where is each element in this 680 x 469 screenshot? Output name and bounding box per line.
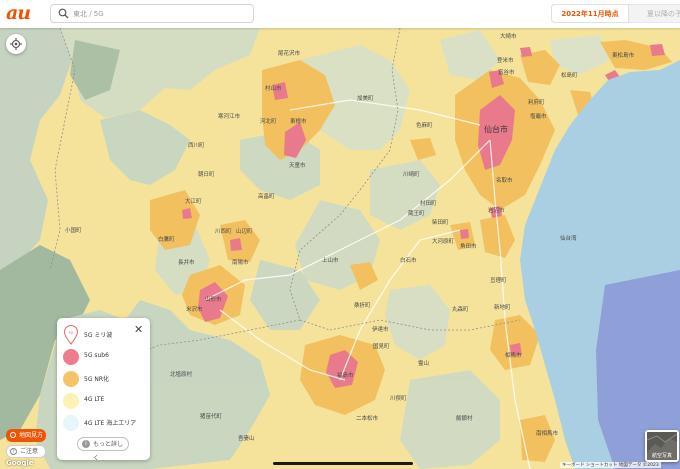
- label-shinchi: 新地町: [494, 303, 511, 311]
- label-kawasaki: 川崎町: [403, 170, 420, 178]
- tab-current[interactable]: 2022年11月時点: [551, 4, 629, 23]
- legend-panel: ✕ 5G 5G ミリ波 5G sub6 5G NR化 4G LTE 4G LTE…: [57, 318, 150, 462]
- label-takahata: 高畠町: [258, 192, 275, 200]
- label-oe: 大江町: [185, 197, 202, 205]
- label-kami: 加美町: [357, 94, 374, 102]
- home-indicator: [273, 462, 413, 465]
- label-matsushima: 松島町: [561, 71, 578, 79]
- top-bar: au 2022年11月時点 夏以降の予: [0, 0, 680, 28]
- legend-swatch-sub6: [63, 349, 79, 365]
- label-minamisoma: 南相馬市: [536, 429, 559, 437]
- label-azuma: 吾妻山: [238, 434, 255, 442]
- label-sea-name: 仙台湾: [560, 234, 577, 242]
- map-guide-button[interactable]: 地図見方: [6, 429, 46, 442]
- label-obanazawa: 尾花沢市: [278, 49, 301, 57]
- aerial-view-toggle[interactable]: 航空写真: [645, 430, 679, 462]
- legend-close-button[interactable]: ✕: [134, 324, 143, 335]
- label-kaminoyama: 上山市: [322, 256, 339, 264]
- label-sagae: 寒河江市: [218, 112, 241, 120]
- label-shikama: 色麻町: [416, 121, 433, 129]
- au-logo[interactable]: au: [6, 2, 31, 24]
- legend-swatch-lte: [63, 393, 79, 409]
- label-nihonmatsu: 二本松市: [356, 414, 379, 422]
- label-kawanishi: 川西町: [215, 228, 232, 235]
- legend-label-nr: 5G NR化: [84, 376, 110, 383]
- label-murayama: 村山市: [265, 84, 282, 92]
- label-tendo: 天童市: [289, 161, 306, 169]
- legend-swatch-lte-sea: [63, 415, 79, 431]
- label-iitate: 飯舘村: [456, 414, 473, 422]
- label-nishikawa: 西川町: [188, 142, 205, 149]
- question-icon: ?: [10, 448, 17, 455]
- map-guide-label: 地図見方: [19, 432, 44, 439]
- label-natori: 名取市: [496, 176, 513, 184]
- label-marumori: 丸森町: [452, 305, 469, 313]
- pin-icon: 5G: [63, 325, 79, 345]
- google-logo: Google: [6, 459, 34, 467]
- label-watari: 亘理町: [490, 277, 507, 284]
- label-sendai: 仙台市: [484, 124, 508, 134]
- label-nagai: 長井市: [178, 258, 195, 266]
- search-box[interactable]: [50, 4, 254, 23]
- legend-label-sub6: 5G sub6: [84, 352, 109, 359]
- label-inawashiro: 猪苗代町: [200, 412, 223, 420]
- label-shirataka: 白鷹町: [158, 235, 175, 243]
- label-kawamata: 川俣町: [390, 394, 407, 402]
- label-date: 伊達市: [372, 325, 389, 333]
- label-kitashiobara: 北塩原村: [170, 370, 193, 378]
- tab-future[interactable]: 夏以降の予: [629, 4, 680, 23]
- label-kahoku: 河北町: [260, 117, 277, 125]
- map-attribution: キーボード ショートカット 地図データ ©2023: [560, 462, 661, 468]
- aerial-label: 航空写真: [652, 452, 672, 459]
- label-koori: 桑折町: [354, 301, 371, 309]
- label-rifu: 利府町: [528, 98, 545, 106]
- search-icon: [58, 8, 69, 19]
- circle-icon: [10, 432, 16, 438]
- label-yamagata: 山形市: [205, 295, 222, 303]
- label-nanyo: 南陽市: [232, 258, 249, 266]
- label-asahi: 朝日町: [198, 171, 215, 178]
- label-higashimatsushima: 東松島市: [612, 51, 635, 59]
- label-shiroishi: 白石市: [400, 256, 417, 264]
- label-yamanobe: 山辺町: [236, 227, 253, 235]
- label-oguni: 小国町: [65, 226, 82, 234]
- legend-label-mmwave: 5G ミリ波: [84, 332, 113, 339]
- label-ryozen: 霊山: [418, 359, 429, 367]
- locate-button[interactable]: [6, 34, 26, 54]
- aerial-thumbnail-icon: 航空写真: [647, 432, 677, 460]
- label-shibata: 柴田町: [432, 218, 449, 226]
- label-shiogama: 塩竈市: [530, 112, 547, 120]
- label-tomiya: 富谷市: [498, 68, 515, 76]
- crosshair-icon: [10, 38, 22, 50]
- notice-label: ご注意: [20, 448, 39, 455]
- label-tome: 登米市: [497, 56, 514, 64]
- more-details-label: もっと詳しく: [93, 441, 124, 462]
- label-soma: 相馬市: [505, 351, 522, 359]
- label-murata: 村田町: [420, 199, 437, 207]
- more-details-button[interactable]: i もっと詳しく: [77, 437, 129, 462]
- label-zao: 蔵王町: [408, 209, 425, 217]
- label-fukushima: 福島市: [337, 371, 354, 379]
- legend-label-lte: 4G LTE: [84, 396, 105, 403]
- label-iwanuma: 岩沼市: [488, 206, 505, 214]
- date-tabs: 2022年11月時点 夏以降の予: [551, 4, 680, 23]
- info-icon: i: [82, 440, 90, 448]
- label-osaki: 大崎市: [500, 32, 517, 40]
- label-higashine: 東根市: [290, 117, 307, 125]
- search-input[interactable]: [73, 6, 248, 21]
- label-yonezawa: 米沢市: [186, 305, 203, 313]
- svg-text:5G: 5G: [69, 331, 74, 335]
- legend-swatch-nr: [63, 371, 79, 387]
- legend-label-lte-sea: 4G LTE 海上エリア: [84, 420, 137, 427]
- label-kunimi: 国見町: [373, 343, 390, 350]
- label-kakuda: 角田市: [460, 242, 477, 250]
- notice-button[interactable]: ? ご注意: [6, 445, 46, 458]
- label-ogawara: 大河原町: [432, 237, 455, 245]
